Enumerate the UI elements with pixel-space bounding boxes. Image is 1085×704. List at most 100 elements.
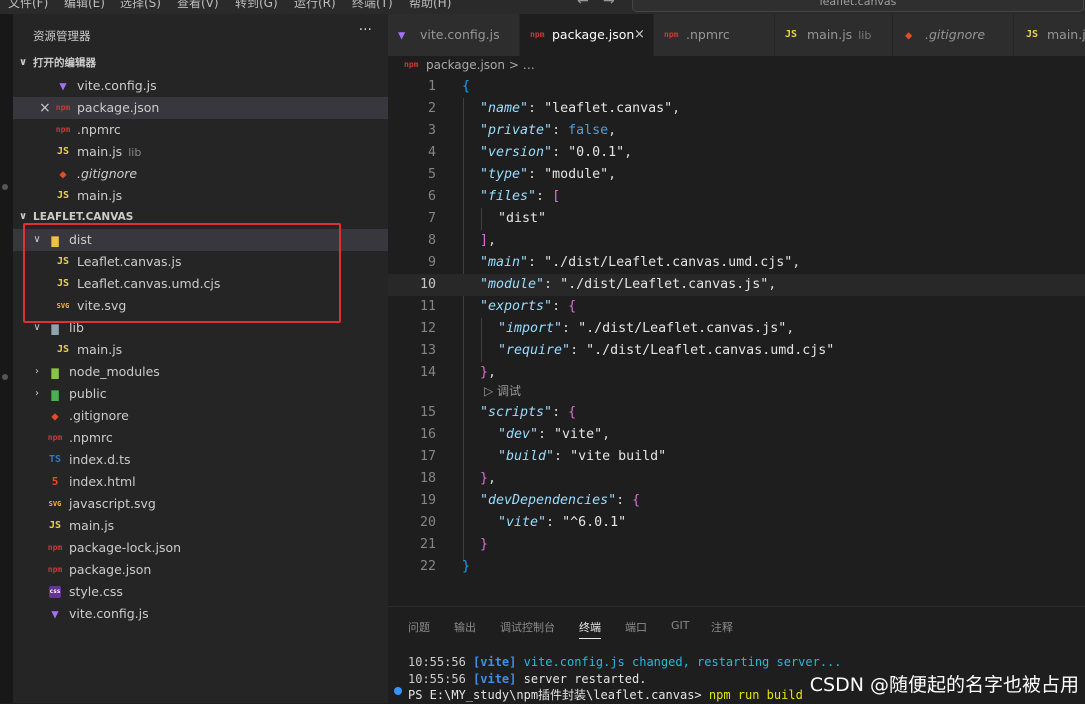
code-line: 15 "scripts": { <box>388 402 1085 424</box>
tree-file[interactable]: TS index.d.ts <box>13 449 388 471</box>
panel-tab-git[interactable]: GIT <box>671 619 690 632</box>
open-editors-header[interactable]: ∨ 打开的编辑器 <box>13 53 388 73</box>
code-text: "files": [ <box>480 189 561 204</box>
panel-tab-terminal[interactable]: 终端 <box>579 619 601 639</box>
line-number: 7 <box>427 211 436 226</box>
tree-label: public <box>69 386 107 401</box>
tree-file[interactable]: npm .npmrc <box>13 427 388 449</box>
line-number: 14 <box>419 365 436 380</box>
line-number: 9 <box>427 255 436 270</box>
activity-icon[interactable] <box>2 184 8 190</box>
tab-label-wrap: main.js lib <box>807 14 871 56</box>
npm-icon: npm <box>664 30 679 39</box>
debug-codelens[interactable]: ▷ 调试 <box>388 382 1085 400</box>
command-center[interactable]: leaflet.canvas <box>632 0 1084 12</box>
panel-tab-problems[interactable]: 问题 <box>408 619 430 635</box>
explorer-sidebar: 资源管理器 ··· ∨ 打开的编辑器 ▼ vite.config.js × np… <box>13 14 388 703</box>
git-icon: ◆ <box>59 167 67 181</box>
terminal-prompt-line[interactable]: PS E:\MY_study\npm插件封装\leaflet.canvas> n… <box>408 687 803 704</box>
panel-tab-output[interactable]: 输出 <box>454 619 476 635</box>
menu-help[interactable]: 帮助(H) <box>409 0 451 11</box>
more-actions-icon[interactable]: ··· <box>359 22 372 38</box>
chevron-right-icon: › <box>35 366 39 377</box>
npm-icon: npm <box>404 60 419 69</box>
tree-file[interactable]: ▼ vite.config.js <box>13 603 388 625</box>
tree-label: index.d.ts <box>69 452 131 467</box>
line-number: 20 <box>419 515 436 530</box>
js-icon: JS <box>56 146 70 157</box>
code-line: 16 "dev": "vite", <box>388 424 1085 446</box>
breadcrumb-text: package.json > … <box>426 58 535 72</box>
menu-file[interactable]: 文件(F) <box>8 0 48 11</box>
code-line: 11 "exports": { <box>388 296 1085 318</box>
tree-file[interactable]: npm package-lock.json <box>13 537 388 559</box>
line-number: 18 <box>419 471 436 486</box>
code-line: 6 "files": [ <box>388 186 1085 208</box>
code-editor[interactable]: 1{ 2 "name": "leaflet.canvas", 3 "private"… <box>388 76 1085 606</box>
tab-label: main.js <box>1047 27 1085 42</box>
close-icon[interactable]: × <box>634 14 645 56</box>
menu-selection[interactable]: 选择(S) <box>120 0 161 11</box>
line-number: 12 <box>419 321 436 336</box>
code-line: 19 "devDependencies": { <box>388 490 1085 512</box>
back-arrow-icon[interactable]: ← <box>577 0 589 9</box>
folder-public[interactable]: › ▆ public <box>13 383 388 405</box>
tab-main-js-lib[interactable]: JS main.js lib <box>775 14 893 56</box>
tab-npmrc[interactable]: npm .npmrc <box>654 14 775 56</box>
folder-node-modules[interactable]: › ▆ node_modules <box>13 361 388 383</box>
open-editor-detail: lib <box>128 146 142 159</box>
forward-arrow-icon[interactable]: → <box>603 0 615 9</box>
menu-view[interactable]: 查看(V) <box>177 0 219 11</box>
line-number: 11 <box>419 299 436 314</box>
terminal-message: vite.config.js changed, restarting serve… <box>523 655 842 669</box>
open-editor-item[interactable]: JS main.js <box>13 185 388 207</box>
tab-gitignore[interactable]: ◆ .gitignore <box>893 14 1014 56</box>
menu-edit[interactable]: 编辑(E) <box>64 0 105 11</box>
activity-icon[interactable] <box>2 374 8 380</box>
tab-main-js[interactable]: JS main.js <box>1014 14 1085 56</box>
tree-label: javascript.svg <box>69 496 156 511</box>
line-number: 1 <box>427 79 436 94</box>
menu-run[interactable]: 运行(R) <box>294 0 336 11</box>
npm-icon: npm <box>530 30 545 39</box>
tree-file[interactable]: ◆ .gitignore <box>13 405 388 427</box>
menu-go[interactable]: 转到(G) <box>235 0 278 11</box>
open-editor-item-active[interactable]: × npm package.json <box>13 97 388 119</box>
panel-tab-comments[interactable]: 注释 <box>711 619 733 635</box>
code-text: "type": "module", <box>480 167 617 182</box>
code-text: "dist" <box>498 211 547 226</box>
highlight-annotation-box <box>23 223 341 323</box>
code-line: 4 "version": "0.0.1", <box>388 142 1085 164</box>
code-line: 8], <box>388 230 1085 252</box>
tab-package-json[interactable]: npm package.json × <box>520 14 654 56</box>
code-text: "exports": { <box>480 299 577 314</box>
menu-terminal[interactable]: 终端(T) <box>352 0 393 11</box>
open-editor-item[interactable]: npm .npmrc <box>13 119 388 141</box>
tree-file[interactable]: JS main.js <box>13 515 388 537</box>
open-editor-item[interactable]: JS main.js lib <box>13 141 388 163</box>
code-text: "main": "./dist/Leaflet.canvas.umd.cjs", <box>480 255 801 270</box>
code-line: 21} <box>388 534 1085 556</box>
tab-vite-config[interactable]: ▼ vite.config.js <box>388 14 520 56</box>
open-editors-label: 打开的编辑器 <box>33 57 96 69</box>
tree-file[interactable]: JS main.js <box>13 339 388 361</box>
line-number: 21 <box>419 537 436 552</box>
close-icon[interactable]: × <box>39 97 51 119</box>
open-editor-label: .npmrc <box>77 122 121 137</box>
js-icon: JS <box>785 29 798 40</box>
panel-tab-debug-console[interactable]: 调试控制台 <box>500 619 555 635</box>
tree-file[interactable]: npm package.json <box>13 559 388 581</box>
code-text: { <box>462 79 471 94</box>
code-line: 17 "build": "vite build" <box>388 446 1085 468</box>
npm-icon: npm <box>47 543 63 552</box>
folder-icon: ▆ <box>51 365 59 379</box>
tree-file[interactable]: SVG javascript.svg <box>13 493 388 515</box>
open-editor-item[interactable]: ▼ vite.config.js <box>13 75 388 97</box>
open-editor-item[interactable]: ◆ .gitignore <box>13 163 388 185</box>
breadcrumb[interactable]: npm package.json > … <box>388 56 1085 74</box>
panel-tab-ports[interactable]: 端口 <box>625 619 647 635</box>
npm-icon: npm <box>55 103 71 112</box>
tree-file[interactable]: css style.css <box>13 581 388 603</box>
code-text: "devDependencies": { <box>480 493 641 508</box>
tree-file[interactable]: 5 index.html <box>13 471 388 493</box>
